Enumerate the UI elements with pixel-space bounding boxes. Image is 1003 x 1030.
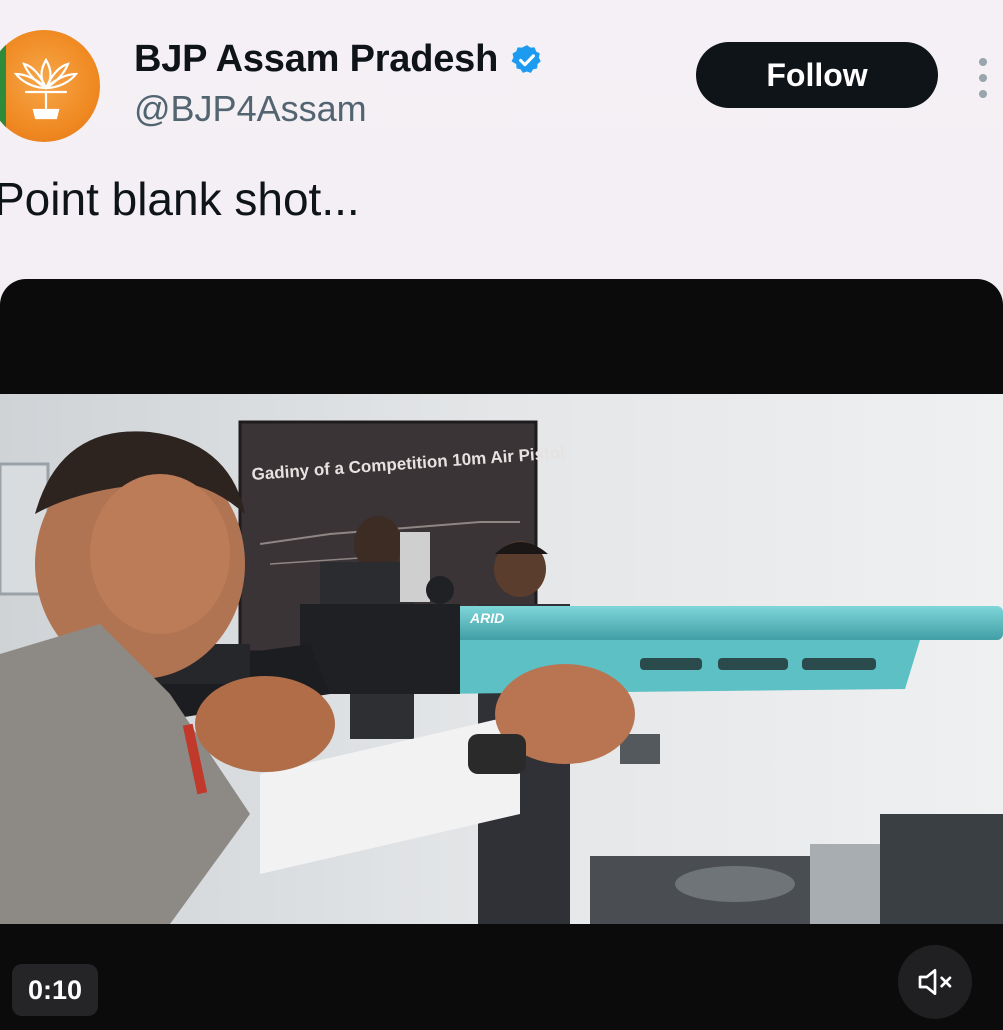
video-still: Gadiny of a Competition 10m Air Pistol A… (0, 394, 1003, 924)
video-duration-badge: 0:10 (12, 964, 98, 1016)
account-display-name[interactable]: BJP Assam Pradesh (134, 38, 498, 81)
lotus-logo-icon (14, 57, 78, 120)
avatar[interactable] (0, 30, 100, 142)
verified-badge-icon (511, 44, 541, 73)
more-vertical-icon[interactable] (976, 58, 990, 98)
video-frame[interactable]: Gadiny of a Competition 10m Air Pistol A… (0, 394, 1003, 924)
rifle-brand-text: ARID (469, 610, 504, 626)
more-dot (979, 58, 987, 66)
speaker-muted-glyph (918, 969, 952, 995)
tweet-text: Point blank shot... (0, 173, 360, 225)
volume-muted-icon[interactable] (898, 945, 972, 1019)
video-player[interactable]: Gadiny of a Competition 10m Air Pistol A… (0, 279, 1003, 1030)
account-name-row[interactable]: BJP Assam Pradesh (134, 38, 544, 81)
account-handle[interactable]: @BJP4Assam (134, 88, 367, 130)
follow-button[interactable]: Follow (696, 42, 938, 108)
tweet-card: BJP Assam Pradesh @BJP4Assam Follow Poin… (0, 0, 1003, 1030)
more-dot (979, 74, 987, 82)
flag-stripe (0, 30, 6, 142)
more-dot (979, 90, 987, 98)
